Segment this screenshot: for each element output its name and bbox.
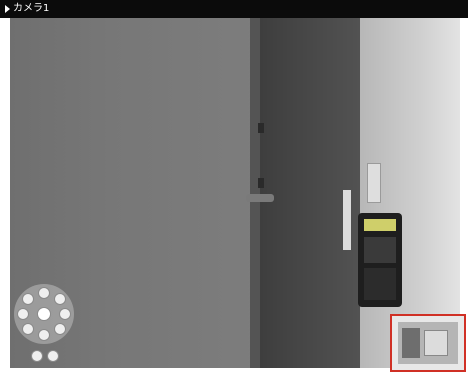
overview-thumbnail-image	[398, 322, 458, 364]
title-bar: カメラ1	[0, 0, 468, 18]
play-indicator-icon	[5, 5, 10, 13]
card-reader-card	[364, 219, 396, 231]
thumbnail-door	[402, 328, 420, 358]
pan-right-button[interactable]	[59, 308, 71, 320]
zoom-out-button[interactable]	[31, 350, 43, 362]
ptz-control	[14, 284, 74, 344]
pan-down-right-button[interactable]	[54, 323, 66, 335]
hinge	[258, 178, 264, 188]
pan-down-left-button[interactable]	[22, 323, 34, 335]
pan-up-button[interactable]	[38, 287, 50, 299]
door-handle	[246, 194, 274, 202]
pan-down-button[interactable]	[38, 329, 50, 341]
thumbnail-viewport-indicator	[424, 330, 448, 356]
strike-plate	[343, 190, 351, 250]
hinge	[258, 123, 264, 133]
pan-left-button[interactable]	[17, 308, 29, 320]
card-reader-panel	[364, 268, 396, 300]
window-title: カメラ1	[13, 3, 50, 14]
camera-window: カメラ1	[0, 0, 468, 374]
overview-thumbnail[interactable]	[390, 314, 466, 372]
pan-up-left-button[interactable]	[22, 293, 34, 305]
zoom-in-button[interactable]	[47, 350, 59, 362]
card-reader	[358, 213, 402, 307]
card-reader-slot	[364, 237, 396, 263]
wall-plate	[367, 163, 381, 203]
ptz-home-button[interactable]	[37, 307, 51, 321]
pan-up-right-button[interactable]	[54, 293, 66, 305]
